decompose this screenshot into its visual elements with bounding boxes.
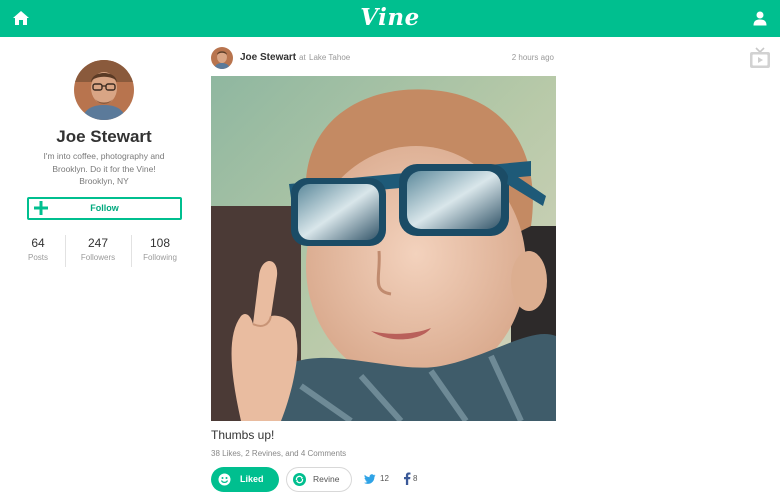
stat-value: 108 [149, 236, 171, 250]
post-video[interactable] [211, 76, 556, 421]
person-icon[interactable] [752, 10, 768, 26]
profile-bio: I'm into coffee, photography and Brookly… [28, 150, 180, 188]
bio-line: I'm into coffee, photography and [43, 151, 165, 161]
post-header: Joe Stewart at Lake Tahoe 2 hours ago [211, 47, 556, 69]
stat-following[interactable]: 108 Following [134, 233, 186, 263]
bio-line: Brooklyn. Do it for the Vine! [52, 163, 156, 174]
stat-followers[interactable]: 247 Followers [72, 233, 124, 263]
facebook-icon[interactable] [403, 472, 411, 485]
home-icon[interactable] [12, 10, 30, 26]
twitter-icon[interactable] [364, 473, 376, 485]
post-counts[interactable]: 38 Likes, 2 Revines, and 4 Comments [211, 449, 346, 458]
stat-value: 64 [31, 236, 45, 250]
revine-button[interactable]: Revine [286, 467, 352, 492]
twitter-count: 12 [380, 474, 389, 483]
liked-label: Liked [240, 474, 264, 484]
stat-label: Following [143, 253, 177, 262]
liked-button[interactable]: Liked [211, 467, 279, 492]
stat-posts[interactable]: 64 Posts [12, 233, 64, 263]
post-author-avatar[interactable] [211, 47, 233, 69]
location-prefix: at [299, 53, 306, 62]
revine-icon [293, 473, 306, 486]
avatar[interactable] [74, 60, 134, 120]
revine-label: Revine [313, 474, 340, 484]
follow-button[interactable]: Follow [27, 197, 182, 220]
divider [65, 235, 66, 267]
stat-value: 247 [87, 236, 109, 250]
profile-name: Joe Stewart [56, 127, 152, 146]
tv-icon[interactable] [749, 47, 771, 69]
vine-logo[interactable]: Vine [340, 3, 440, 33]
stat-label: Followers [80, 253, 116, 262]
post-author[interactable]: Joe Stewart [240, 52, 296, 63]
post-caption: Thumbs up! [211, 428, 275, 442]
profile-stats: 64 Posts 247 Followers 108 Following [20, 233, 188, 269]
bio-location: Brooklyn, NY [79, 176, 129, 186]
facebook-count: 8 [413, 474, 418, 483]
top-bar: Vine [0, 0, 780, 37]
post-location[interactable]: Lake Tahoe [309, 53, 350, 62]
stat-label: Posts [27, 253, 48, 262]
smiley-icon [218, 473, 231, 486]
post-timestamp: 2 hours ago [511, 53, 554, 62]
divider [131, 235, 132, 267]
follow-label: Follow [90, 203, 119, 213]
